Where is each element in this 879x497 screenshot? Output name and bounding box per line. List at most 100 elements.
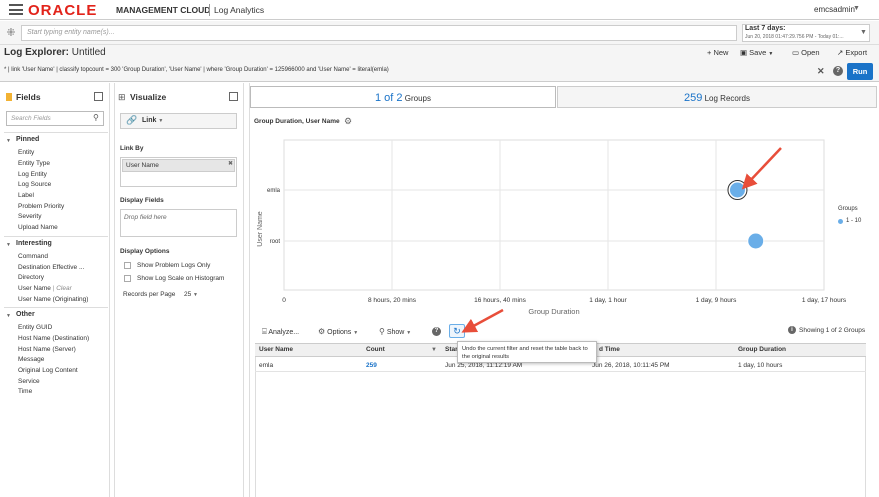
page-title-prefix: Log Explorer: — [4, 47, 70, 58]
group-interesting[interactable]: Interesting — [16, 240, 52, 247]
analyze-icon: ⌸ — [262, 327, 267, 336]
search-icon: ⚲ — [379, 327, 385, 336]
field-item[interactable]: Time — [18, 388, 32, 395]
column-header-count[interactable]: Count — [366, 346, 385, 353]
fields-title: Fields — [16, 92, 41, 102]
field-item[interactable]: Entity GUID — [18, 324, 52, 331]
cell-start-time: Jun 25, 2018, 11:12:19 AM — [445, 362, 523, 369]
open-button[interactable]: ▭ Open — [792, 48, 820, 57]
new-button[interactable]: + New — [707, 48, 728, 57]
field-item[interactable]: Service — [18, 378, 40, 385]
cell-user-name: emla — [259, 362, 274, 369]
tab-groups[interactable]: 1 of 2 Groups — [250, 86, 556, 108]
field-item[interactable]: Host Name (Server) — [18, 346, 76, 353]
entity-hierarchy-icon[interactable]: ⁜ — [4, 26, 18, 40]
tab-log-records[interactable]: 259 Log Records — [557, 86, 877, 108]
field-item[interactable]: Command — [18, 253, 48, 260]
help-icon[interactable]: ? — [833, 66, 843, 76]
user-menu[interactable]: emcsadmin — [814, 5, 855, 14]
display-fields-dropzone[interactable]: Drop field here — [120, 209, 237, 237]
chevron-down-icon: ▼ — [158, 118, 164, 124]
x-tick-label: 1 day, 9 hours — [696, 297, 737, 304]
cell-count-link[interactable]: 259 — [366, 362, 377, 369]
divider — [4, 307, 108, 308]
app-name: Log Analytics — [214, 5, 265, 15]
column-header-end-time[interactable]: d Time — [599, 346, 620, 353]
visualization-type-select[interactable] — [120, 113, 237, 129]
field-item[interactable]: Entity — [18, 149, 34, 156]
field-item[interactable]: Upload Name — [18, 224, 58, 231]
x-tick-label: 8 hours, 20 mins — [368, 297, 417, 304]
x-tick-label: 1 day, 17 hours — [802, 297, 847, 304]
visualize-title: Visualize — [130, 92, 167, 102]
run-button[interactable]: Run — [847, 63, 873, 80]
display-options-label: Display Options — [120, 248, 170, 255]
save-button[interactable]: ▣ Save ▼ — [740, 48, 773, 57]
entity-search-input[interactable]: Start typing entity name(s)... — [21, 25, 737, 41]
undo-tooltip: Undo the current filter and reset the ta… — [457, 341, 597, 363]
field-item[interactable]: Original Log Content — [18, 367, 78, 374]
column-header-group-duration[interactable]: Group Duration — [738, 346, 786, 353]
field-item[interactable]: User Name (Originating) — [18, 296, 88, 303]
time-range-value: Jun 20, 2018 01:47:29.756 PM - Today 01:… — [745, 34, 844, 40]
analyze-button[interactable]: ⌸ Analyze... — [262, 327, 299, 337]
chart-x-axis-label: Group Duration — [528, 307, 579, 316]
field-item[interactable]: Host Name (Destination) — [18, 335, 89, 342]
hamburger-menu-icon[interactable] — [9, 4, 23, 15]
log-scale-checkbox[interactable] — [124, 275, 131, 282]
undo-filter-icon[interactable]: ↻ — [449, 324, 465, 338]
info-icon: i — [788, 326, 796, 334]
clear-link[interactable]: Clear — [56, 285, 72, 292]
sort-desc-icon[interactable]: ▼ — [431, 347, 437, 353]
records-per-page-select[interactable]: 25 ▼ — [184, 291, 198, 298]
field-item[interactable]: Directory — [18, 274, 44, 281]
chevron-down-icon[interactable]: ▼ — [6, 138, 11, 144]
clear-query-icon[interactable]: ✕ — [817, 66, 825, 77]
column-header-user-name[interactable]: User Name — [259, 346, 293, 353]
chevron-down-icon[interactable]: ▼ — [853, 5, 860, 12]
cell-end-time: Jun 26, 2018, 10:11:45 PM — [592, 362, 670, 369]
legend-item[interactable]: 1 - 10 — [846, 218, 861, 224]
show-button[interactable]: ⚲ Show ▼ — [379, 327, 411, 336]
field-search-input[interactable]: Search Fields — [6, 111, 104, 126]
scatter-chart: 0 8 hours, 20 mins 16 hours, 40 mins 1 day,… — [257, 139, 847, 316]
field-item[interactable]: Entity Type — [18, 160, 50, 167]
oracle-logo: ORACLE — [28, 2, 98, 19]
problem-logs-checkbox[interactable] — [124, 262, 131, 269]
y-tick-label: root — [270, 239, 281, 245]
chevron-down-icon[interactable]: ▼ — [6, 313, 11, 319]
options-button[interactable]: ⚙ Options ▼ — [318, 327, 358, 336]
search-icon[interactable]: ⚲ — [93, 113, 99, 122]
remove-chip-icon[interactable]: ✖ — [228, 160, 233, 167]
chevron-down-icon[interactable]: ▼ — [6, 242, 11, 248]
link-by-label: Link By — [120, 145, 144, 152]
time-range-label: Last 7 days: — [745, 25, 786, 32]
group-pinned[interactable]: Pinned — [16, 136, 39, 143]
gear-icon[interactable]: ⚙ — [344, 116, 352, 127]
chevron-down-icon: ▼ — [353, 330, 359, 336]
chevron-down-icon[interactable]: ▼ — [860, 29, 867, 36]
group-other[interactable]: Other — [16, 311, 35, 318]
field-item[interactable]: Log Source — [18, 181, 51, 188]
collapse-panel-icon[interactable] — [94, 92, 103, 101]
field-item-user-name[interactable]: User Name | Clear — [18, 285, 72, 292]
save-icon: ▣ — [740, 48, 750, 57]
page-title: Log Explorer: Untitled — [4, 47, 106, 58]
field-item[interactable]: Severity — [18, 213, 41, 220]
field-item[interactable]: Message — [18, 356, 44, 363]
visualization-type-label: Link ▼ — [142, 117, 164, 124]
x-tick-label: 0 — [282, 297, 286, 304]
link-by-chip[interactable]: User Name — [122, 159, 235, 172]
field-item[interactable]: Problem Priority — [18, 203, 64, 210]
collapse-panel-icon[interactable] — [229, 92, 238, 101]
chevron-down-icon: ▼ — [768, 51, 774, 57]
query-input[interactable]: * | link 'User Name' | classify topcount… — [4, 67, 389, 73]
field-item[interactable]: Label — [18, 192, 34, 199]
data-point — [728, 181, 746, 199]
field-item[interactable]: Log Entity — [18, 171, 47, 178]
help-icon[interactable]: ? — [432, 327, 441, 336]
column-header-start-time[interactable]: Star — [445, 346, 458, 353]
field-item[interactable]: Destination Effective ... — [18, 264, 84, 271]
link-icon: 🔗 — [126, 115, 138, 125]
export-button[interactable]: ↗ Export — [837, 48, 867, 57]
